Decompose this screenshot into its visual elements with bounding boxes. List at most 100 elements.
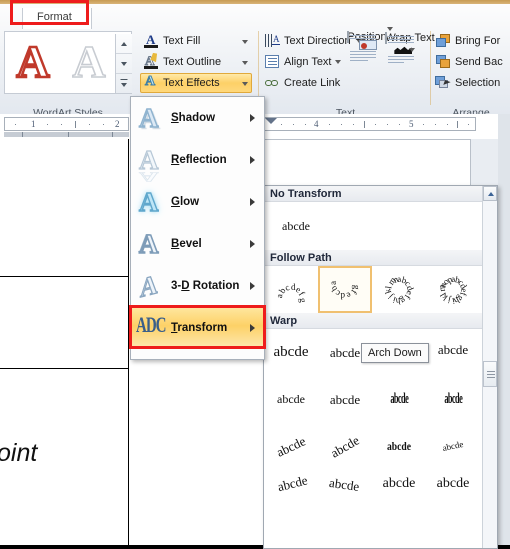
warp-ring-inside-sample: abcde [387, 439, 411, 453]
align-text-dropdown-arrow-icon[interactable] [335, 60, 341, 64]
gallery-item-warp-cascade-up[interactable]: abcde [426, 329, 480, 376]
text-effects-button[interactable]: A Text Effects [140, 73, 252, 93]
gallery-item-warp-inflate[interactable]: abcde [264, 329, 318, 376]
tooltip-arch-down: Arch Down [361, 343, 429, 363]
gallery-item-warp-wave-1[interactable]: abcde [264, 470, 318, 492]
send-backward-label: Send Bac [455, 56, 503, 68]
chevron-up-icon [488, 192, 494, 196]
submenu-arrow-icon [250, 198, 255, 206]
menu-item-3d-rotation-label: 3-D Rotation [171, 280, 240, 292]
document-body-text[interactable]: oint [0, 439, 37, 468]
selection-pane-button[interactable]: Selection [435, 73, 510, 93]
text-fill-dropdown-arrow-icon[interactable] [242, 40, 248, 44]
transform-gallery[interactable]: No Transform abcde Follow Path abcdefg a… [263, 185, 498, 549]
gallery-item-circle[interactable]: abcdefghijklmn [372, 266, 426, 313]
document-page-right[interactable] [263, 139, 471, 187]
document-right-margin-fill [471, 139, 498, 187]
text-outline-dropdown-arrow-icon[interactable] [242, 61, 248, 65]
align-text-icon [264, 54, 281, 70]
wrap-text-button[interactable]: Wrap Text [385, 31, 435, 63]
warp-cascade-down-sample: abcde [277, 392, 305, 406]
rotation-A-icon: A [139, 268, 158, 304]
wrap-text-label-line2: Text [414, 32, 435, 44]
wordart-styles-gallery[interactable]: A A [4, 31, 132, 94]
grip-lines-icon [487, 371, 495, 372]
text-effects-icon: A [144, 74, 156, 89]
create-link-button[interactable]: Create Link [263, 73, 363, 93]
gallery-item-warp-slant-down[interactable]: abcde [318, 423, 372, 470]
document-page-left[interactable]: oint [0, 139, 129, 549]
wordart-gallery-scroll[interactable] [115, 34, 132, 93]
submenu-arrow-icon [250, 282, 255, 290]
wordart-sample-outline-a[interactable]: A [63, 37, 115, 88]
horizontal-ruler-left[interactable]: 1 2 [4, 117, 129, 131]
warp-slant-down-sample: abcde [327, 431, 362, 461]
gallery-item-warp-slant-up[interactable]: abcde [264, 423, 318, 470]
text-outline-button[interactable]: A Text Outline [140, 52, 252, 72]
gallery-row-warp-3: abcde abcde abcde abcde [264, 423, 497, 470]
gallery-item-warp-double-wave-1[interactable]: abcde [372, 470, 426, 492]
arc-letter: g [297, 297, 309, 303]
gallery-item-warp-double-wave-2[interactable]: abcde [426, 470, 480, 492]
text-effects-dropdown-arrow-icon[interactable] [242, 82, 248, 86]
menu-item-bevel[interactable]: A Bevel [131, 223, 264, 265]
gallery-section-no-transform-header: No Transform [264, 186, 497, 202]
menu-item-3d-rotation[interactable]: A 3-D Rotation [131, 265, 264, 307]
warp-ring-outside-sample: abcde [441, 438, 465, 454]
page-break-line-1 [0, 276, 129, 277]
warp-double-wave-1-sample: abcde [382, 476, 416, 491]
align-text-button[interactable]: Align Text [263, 52, 363, 72]
gallery-item-arch-up[interactable]: abcdefg [264, 266, 318, 313]
menu-item-glow[interactable]: A Glow [131, 181, 264, 223]
wordart-scroll-up-button[interactable] [116, 34, 132, 54]
wrap-text-dropdown-arrow-icon[interactable] [408, 48, 415, 52]
wordart-scroll-down-button[interactable] [116, 54, 132, 74]
menu-item-transform[interactable]: ADC Transform [129, 305, 266, 349]
gallery-item-warp-can-up[interactable]: abcde [372, 376, 426, 423]
create-link-icon [264, 75, 281, 91]
gallery-item-no-transform[interactable]: abcde [264, 202, 497, 250]
gallery-scrollbar[interactable] [482, 186, 497, 548]
warp-wave-2-sample: abcde [328, 474, 361, 492]
gallery-item-no-transform-sample: abcde [282, 218, 310, 233]
wordart-effect-buttons: A Text Fill A Text Outline A Text Effect… [140, 31, 252, 94]
ruler-mark-5: 5 [409, 119, 414, 129]
left-indent-marker[interactable] [265, 118, 277, 124]
text-direction-icon: A [264, 33, 281, 49]
gallery-scrollbar-thumb[interactable] [483, 361, 497, 387]
glow-A-icon: A [138, 186, 159, 217]
shadow-A-icon: A [138, 102, 159, 133]
wordart-sample-red-a[interactable]: A [7, 36, 59, 88]
wordart-more-button[interactable] [116, 74, 132, 93]
horizontal-ruler-right[interactable]: 4 5 [262, 117, 476, 131]
gallery-section-warp-header: Warp [264, 313, 497, 329]
warp-can-up-sample: abcde [390, 391, 408, 407]
menu-item-shadow[interactable]: A Shadow [131, 97, 264, 139]
gallery-item-warp-ring-outside[interactable]: abcde [426, 423, 480, 470]
text-direction-label: Text Direction [284, 35, 351, 47]
gallery-item-warp-curve-up[interactable]: abcde [318, 376, 372, 423]
bring-forward-label: Bring For [455, 35, 501, 47]
group-separator-1 [258, 31, 259, 105]
menu-item-reflection[interactable]: A A Reflection [131, 139, 264, 185]
bring-forward-button[interactable]: Bring For [435, 31, 510, 51]
menu-item-reflection-label: Reflection [171, 154, 227, 166]
gallery-item-warp-cascade-down[interactable]: abcde [264, 376, 318, 423]
text-fill-label: Text Fill [163, 35, 201, 47]
reflection-A-icon: A A [138, 144, 159, 185]
text-effects-label: Text Effects [163, 77, 220, 89]
text-fill-button[interactable]: A Text Fill [140, 31, 252, 51]
ruler-mark-2: 2 [115, 119, 120, 129]
gallery-item-warp-ring-inside[interactable]: abcde [372, 423, 426, 470]
text-effects-dropdown-menu[interactable]: A Shadow A A Reflection A Glow A Bevel A… [129, 96, 266, 360]
warp-wave-1-sample: abcde [275, 472, 309, 492]
arch-down-highlight-annotation [318, 266, 372, 313]
gallery-item-button[interactable]: abcdefghijklmnop [426, 266, 480, 313]
gallery-item-warp-wave-2[interactable]: abcde [318, 470, 372, 492]
gallery-item-warp-can-down[interactable]: abcde [426, 376, 480, 423]
send-backward-button[interactable]: Send Bac [435, 52, 510, 72]
ruler-mark-4: 4 [314, 119, 319, 129]
gallery-scroll-up-button[interactable] [483, 186, 497, 201]
warp-cascade-up-sample: abcde [437, 341, 469, 357]
gallery-item-arch-down[interactable]: abcdefg [318, 266, 372, 313]
